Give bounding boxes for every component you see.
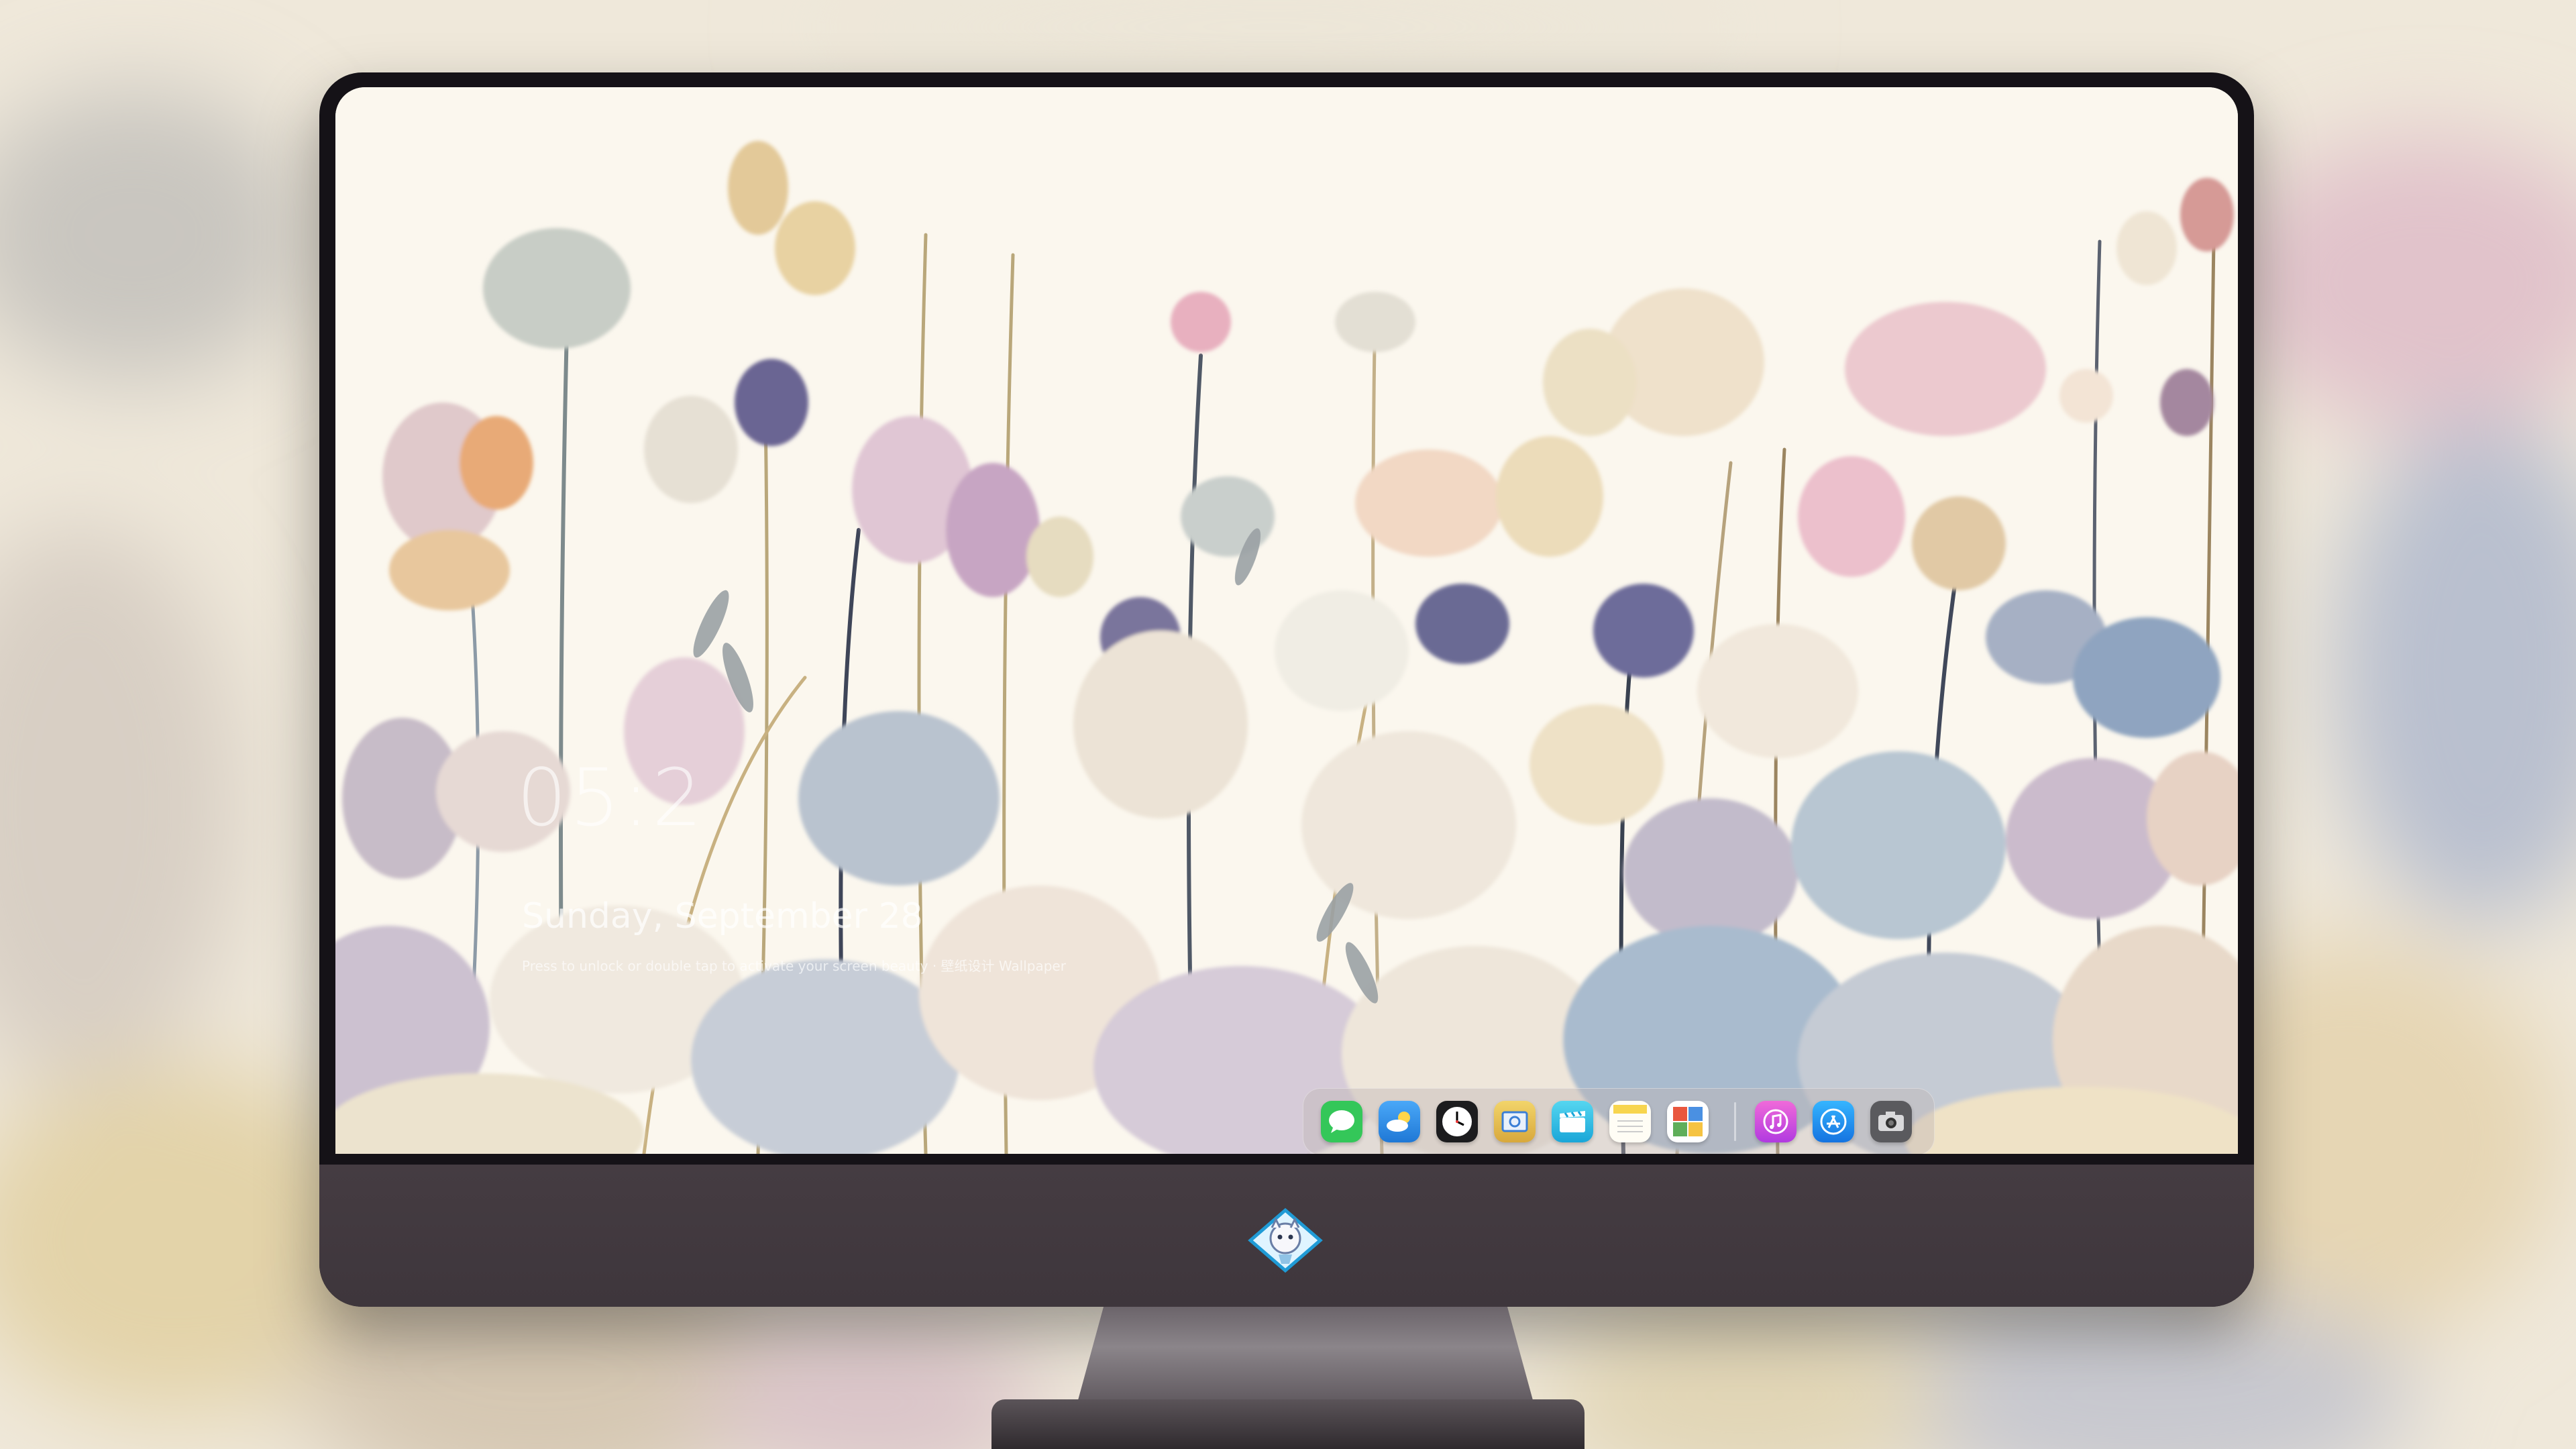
monitor-stand-base — [991, 1399, 1585, 1449]
screen: 05:2 Sunday, September 28 Press to unloc… — [335, 87, 2238, 1154]
weather-icon[interactable] — [1379, 1101, 1420, 1142]
app-store-icon[interactable] — [1813, 1101, 1854, 1142]
monitor-chin — [319, 1165, 2254, 1307]
dock-separator — [1734, 1102, 1736, 1141]
lock-screen-date: Sunday, September 28 — [522, 896, 923, 936]
photo-booth-icon[interactable] — [1667, 1101, 1709, 1142]
messages-icon[interactable] — [1321, 1101, 1362, 1142]
monitor-stand — [1076, 1307, 1535, 1407]
clock-icon[interactable] — [1436, 1101, 1478, 1142]
notes-icon[interactable] — [1609, 1101, 1651, 1142]
lock-screen-hint: Press to unlock or double tap to activat… — [522, 958, 1066, 974]
flower-wallpaper — [335, 87, 2238, 1154]
lock-screen-time: 05:2 — [517, 751, 705, 844]
monitor: 05:2 Sunday, September 28 Press to unloc… — [319, 72, 2254, 1307]
brand-logo-icon — [1248, 1208, 1323, 1273]
clips-icon[interactable] — [1552, 1101, 1593, 1142]
camera-icon[interactable] — [1870, 1101, 1912, 1142]
music-icon[interactable] — [1755, 1101, 1796, 1142]
dock — [1303, 1088, 1935, 1154]
preview-icon[interactable] — [1494, 1101, 1536, 1142]
